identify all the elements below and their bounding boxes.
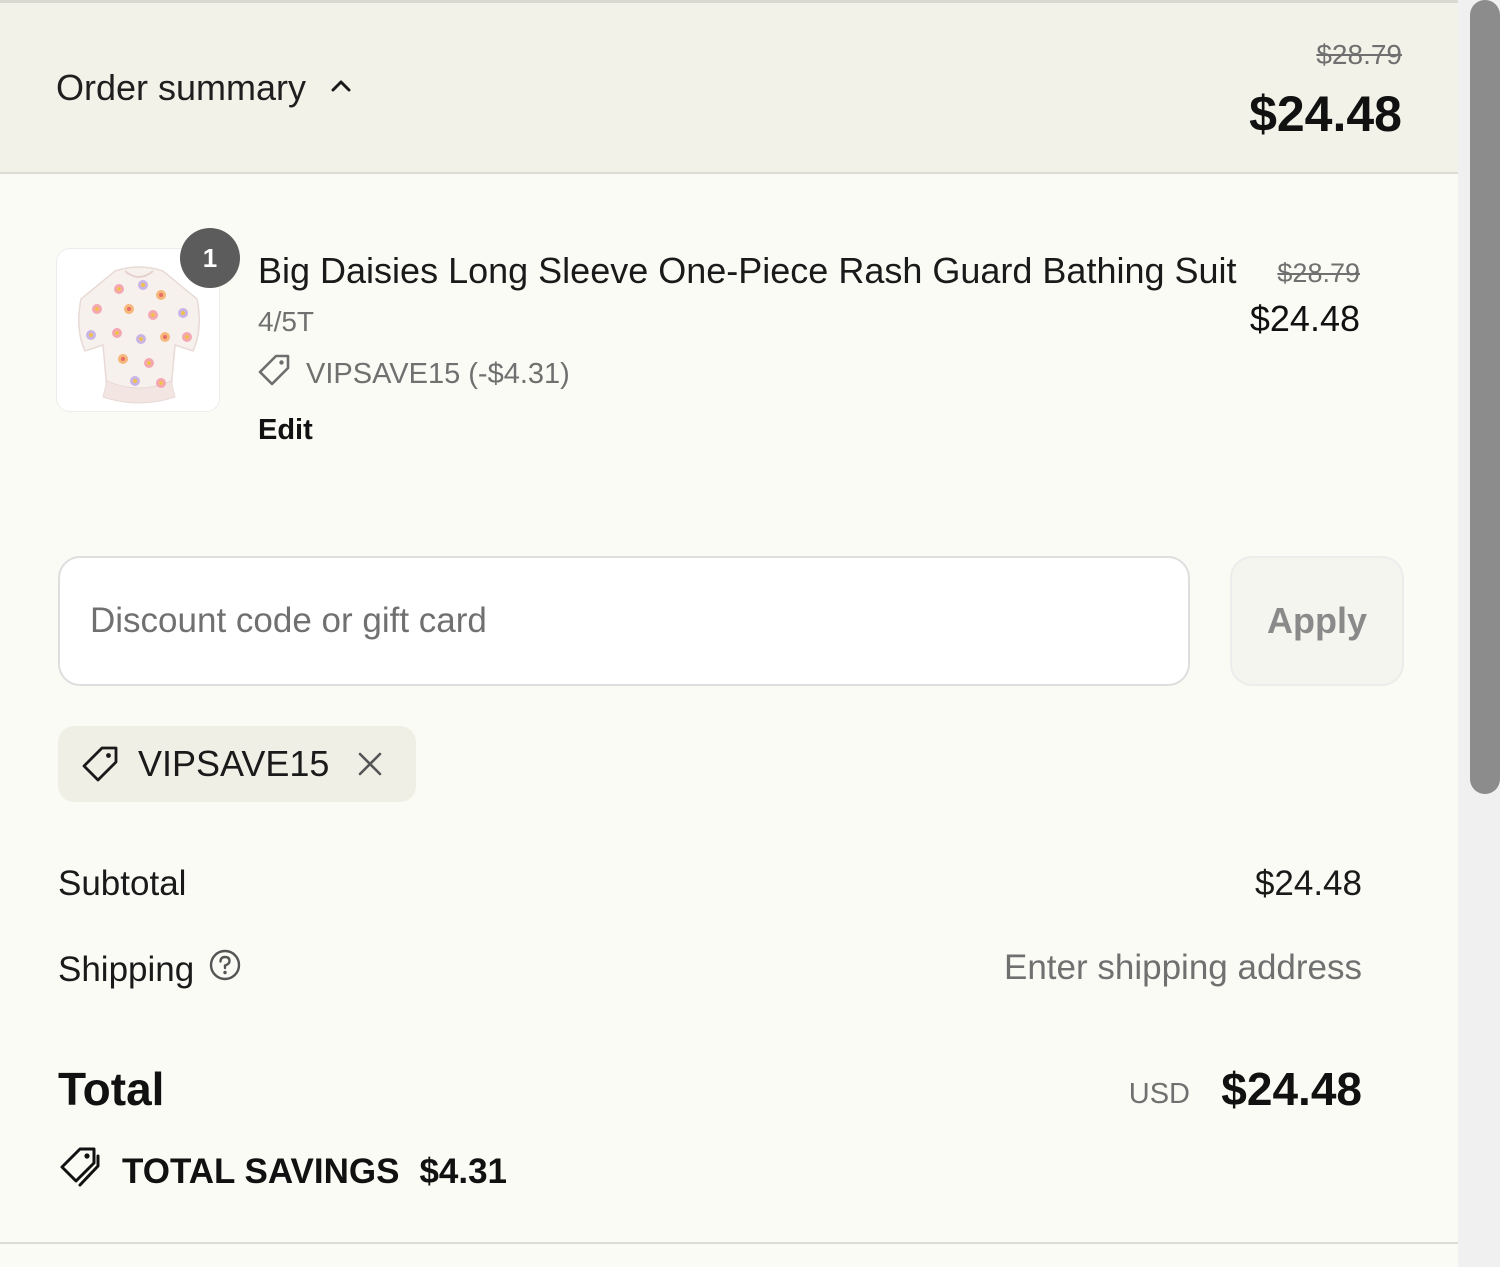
order-summary-header: Order summary $28.79 $24.48	[0, 0, 1458, 174]
shipping-label: Shipping	[58, 949, 195, 989]
chevron-up-icon	[326, 71, 356, 106]
shipping-value: Enter shipping address	[1004, 948, 1362, 987]
shipping-row-label: Shipping	[58, 948, 242, 991]
edit-item-link[interactable]: Edit	[258, 414, 313, 447]
total-label: Total	[58, 1063, 165, 1115]
item-price: $24.48	[1249, 298, 1360, 339]
remove-discount-button[interactable]	[355, 749, 385, 779]
quantity-badge: 1	[180, 228, 240, 288]
total-savings-label: TOTAL SAVINGS	[122, 1151, 400, 1191]
product-title: Big Daisies Long Sleeve One-Piece Rash G…	[258, 250, 1237, 291]
total-savings-value: $4.31	[419, 1151, 508, 1191]
order-summary-panel: Order summary $28.79 $24.48 1 Big Daisie…	[0, 0, 1458, 1267]
bottom-divider	[0, 1242, 1458, 1244]
scrollbar-thumb[interactable]	[1470, 0, 1500, 794]
total-savings: TOTAL SAVINGS $4.31	[56, 1144, 507, 1199]
header-compare-price: $28.79	[1316, 39, 1402, 70]
item-compare-price: $28.79	[1277, 258, 1360, 288]
close-icon	[359, 752, 382, 776]
subtotal-label: Subtotal	[58, 864, 187, 903]
order-summary-label: Order summary	[56, 67, 307, 108]
discount-code-input[interactable]	[58, 556, 1190, 686]
apply-discount-button[interactable]: Apply	[1230, 556, 1404, 686]
line-item-discount-text: VIPSAVE15 (-$4.31)	[306, 357, 570, 390]
order-summary-toggle[interactable]: Order summary	[56, 67, 356, 109]
applied-discount-code: VIPSAVE15	[138, 743, 330, 784]
product-variant: 4/5T	[258, 306, 315, 337]
tags-icon	[56, 1144, 102, 1199]
tag-icon	[256, 352, 292, 396]
question-circle-icon[interactable]	[208, 948, 242, 991]
line-item-discount: VIPSAVE15 (-$4.31)	[256, 352, 570, 396]
total-currency: USD	[1128, 1078, 1190, 1110]
header-total-price: $24.48	[1249, 86, 1402, 142]
total-value: $24.48	[1221, 1063, 1362, 1115]
tag-icon	[80, 744, 120, 784]
subtotal-value: $24.48	[1254, 864, 1362, 903]
applied-discount-chip: VIPSAVE15	[58, 726, 416, 802]
